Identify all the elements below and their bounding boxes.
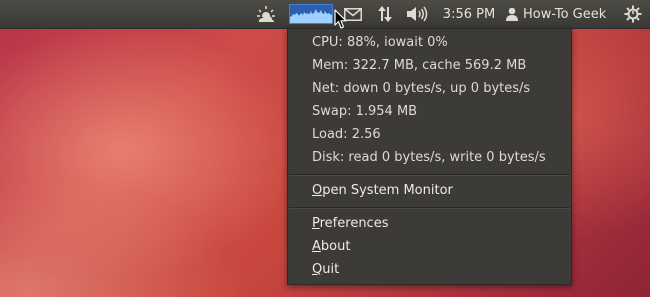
- quit-mnemonic: Q: [312, 262, 323, 277]
- weather-icon[interactable]: [255, 0, 277, 28]
- volume-icon[interactable]: [405, 0, 429, 28]
- clock[interactable]: 3:56 PM: [440, 0, 498, 28]
- about-mnemonic: A: [312, 239, 321, 254]
- user-menu[interactable]: How-To Geek: [506, 0, 616, 28]
- preferences-label: references: [319, 216, 389, 231]
- menu-separator: [289, 207, 570, 209]
- net-stat: Net: down 0 bytes/s, up 0 bytes/s: [312, 81, 531, 96]
- disk-stat: Disk: read 0 bytes/s, write 0 bytes/s: [312, 150, 546, 165]
- cpu-graph-icon[interactable]: [289, 4, 333, 24]
- swap-stat: Swap: 1.954 MB: [312, 104, 418, 119]
- quit-label: uit: [322, 262, 340, 277]
- preferences-item[interactable]: Preferences: [312, 216, 388, 231]
- about-label: bout: [320, 239, 351, 254]
- menu-separator: [289, 174, 570, 176]
- cpu-stat: CPU: 88%, iowait 0%: [312, 35, 448, 50]
- quit-item[interactable]: Quit: [312, 262, 339, 277]
- mem-stat: Mem: 322.7 MB, cache 569.2 MB: [312, 58, 527, 73]
- power-icon[interactable]: [622, 0, 644, 28]
- preferences-mnemonic: P: [312, 216, 320, 231]
- top-panel: 3:56 PM How-To Geek: [0, 0, 650, 29]
- about-item[interactable]: About: [312, 239, 350, 254]
- user-icon: [506, 7, 518, 21]
- mouse-cursor-icon: [334, 9, 348, 30]
- user-name: How-To Geek: [523, 6, 607, 22]
- load-stat: Load: 2.56: [312, 127, 381, 142]
- clock-time: 3:56 PM: [442, 6, 496, 22]
- system-load-menu: CPU: 88%, iowait 0% Mem: 322.7 MB, cache…: [287, 28, 572, 285]
- open-system-monitor-mnemonic: O: [312, 183, 323, 198]
- network-icon[interactable]: [374, 0, 396, 28]
- open-system-monitor-item[interactable]: Open System Monitor: [312, 183, 453, 198]
- open-system-monitor-label: pen System Monitor: [322, 183, 453, 198]
